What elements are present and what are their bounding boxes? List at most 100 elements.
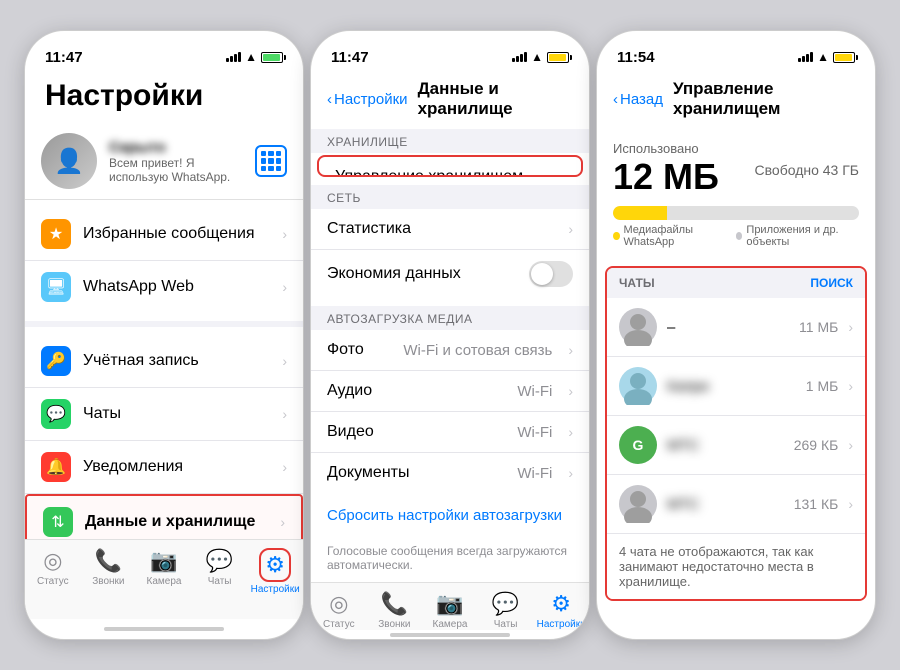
auto-note: Голосовые сообщения всегда загружаются а…: [311, 538, 589, 582]
storage-bar-used: [613, 206, 667, 220]
avatar-image: 👤: [41, 133, 97, 189]
search-label[interactable]: ПОИСК: [810, 276, 853, 290]
tab-calls-2[interactable]: 📞 Звонки: [367, 591, 423, 630]
settings-item-notifications[interactable]: 🔔 Уведомления ›: [25, 441, 303, 494]
documents-item[interactable]: Документы Wi-Fi ›: [311, 453, 589, 493]
chat-size-3: 269 КБ: [794, 437, 839, 453]
documents-label: Документы: [327, 464, 505, 482]
nav-title-2: Данные и хранилище: [418, 79, 573, 119]
auto-download-items: Фото Wi-Fi и сотовая связь › Аудио Wi-Fi…: [311, 330, 589, 493]
nav-title-3: Управление хранилищем: [673, 79, 859, 119]
phone-data-storage: 11:47 ▲ ‹ Настройки Дан: [310, 30, 590, 640]
chevron-icon: ›: [568, 424, 573, 440]
data-label: Данные и хранилище: [85, 513, 268, 531]
settings-header: Настройки: [25, 75, 303, 123]
time-2: 11:47: [331, 49, 369, 66]
status-bar-3: 11:54 ▲: [597, 31, 875, 75]
chevron-icon: ›: [282, 459, 287, 475]
chat-row-2[interactable]: Капри 1 МБ ›: [607, 357, 865, 416]
tab-chats[interactable]: 💬 Чаты: [192, 548, 248, 587]
chevron-icon: ›: [848, 378, 853, 394]
settings-screen: Настройки 👤 Скрыто Всем привет! Я исполь…: [25, 75, 303, 639]
settings-item-data[interactable]: ⇅ Данные и хранилище ›: [25, 494, 303, 539]
chats-header-label: ЧАТЫ: [619, 276, 655, 290]
storage-overview: Использовано 12 МБ Свободно 43 ГБ Медиаф…: [597, 129, 875, 260]
calls-tab-label: Звонки: [378, 619, 410, 630]
reset-link[interactable]: Сбросить настройки автозагрузки: [311, 493, 589, 538]
qr-icon[interactable]: [255, 145, 287, 177]
tab-calls[interactable]: 📞 Звонки: [81, 548, 137, 587]
chat-row-1[interactable]: – 11 МБ ›: [607, 298, 865, 357]
profile-status: Всем привет! Я использую WhatsApp.: [109, 156, 243, 184]
avatar: 👤: [41, 133, 97, 189]
chevron-icon: ›: [560, 169, 565, 177]
chats-icon: 💬: [41, 399, 71, 429]
chat-row-4[interactable]: МТС 131 КБ ›: [607, 475, 865, 534]
chevron-icon: ›: [568, 383, 573, 399]
settings-group-2: 🔑 Учётная запись › 💬 Чаты › 🔔 Уведомлени…: [25, 327, 303, 539]
tab-settings[interactable]: ⚙ Настройки: [247, 548, 303, 595]
network-section-header: СЕТЬ: [311, 185, 589, 209]
chevron-icon: ›: [280, 514, 285, 530]
status-bar-2: 11:47 ▲: [311, 31, 589, 75]
chevron-icon: ›: [568, 465, 573, 481]
statistics-label: Статистика: [327, 220, 556, 238]
status-icons-2: ▲: [512, 50, 569, 64]
data-saving-toggle[interactable]: [529, 261, 573, 287]
tab-camera[interactable]: 📷 Камера: [136, 548, 192, 587]
data-saving-item[interactable]: Экономия данных: [311, 250, 589, 298]
tab-status-2[interactable]: ◎ Статус: [311, 591, 367, 630]
camera-tab-icon: 📷: [150, 548, 177, 574]
home-indicator: [25, 619, 303, 639]
toggle-knob: [531, 263, 553, 285]
legend-dot-apps: [736, 232, 743, 240]
tab-settings-2[interactable]: ⚙ Настройки: [533, 591, 589, 630]
network-items: Статистика › Экономия данных: [311, 209, 589, 298]
chat-name-1: –: [667, 319, 789, 336]
storage-management-item[interactable]: Управление хранилищем ›: [319, 157, 581, 177]
settings-item-whatsapp-web[interactable]: 🖥 WhatsApp Web ›: [25, 261, 303, 313]
storage-free: Свободно 43 ГБ: [755, 162, 859, 178]
tab-bar-1: ◎ Статус 📞 Звонки 📷 Камера 💬 Чаты: [25, 539, 303, 619]
chat-row-3[interactable]: G МТС 269 КБ ›: [607, 416, 865, 475]
auto-download-header: АВТОЗАГРУЗКА МЕДИА: [311, 306, 589, 330]
chats-label: Чаты: [83, 405, 270, 423]
tab-bar-2: ◎ Статус 📞 Звонки 📷 Камера 💬 Чаты ⚙: [311, 582, 589, 630]
camera-tab-icon: 📷: [436, 591, 463, 617]
whatsapp-web-label: WhatsApp Web: [83, 278, 270, 296]
tab-status[interactable]: ◎ Статус: [25, 548, 81, 587]
tab-chats-2[interactable]: 💬 Чаты: [478, 591, 534, 630]
chats-header: ЧАТЫ ПОИСК: [607, 268, 865, 298]
chat-avatar-3: G: [619, 426, 657, 464]
status-tab-label: Статус: [37, 576, 69, 587]
tab-camera-2[interactable]: 📷 Камера: [422, 591, 478, 630]
legend-media: Медиафайлы WhatsApp: [613, 224, 724, 248]
nav-back-3[interactable]: ‹ Назад: [613, 91, 663, 108]
settings-item-chats[interactable]: 💬 Чаты ›: [25, 388, 303, 441]
audio-label: Аудио: [327, 382, 505, 400]
time-1: 11:47: [45, 49, 83, 66]
chevron-icon: ›: [848, 319, 853, 335]
status-tab-icon: ◎: [329, 591, 348, 617]
battery-icon: [833, 52, 855, 63]
legend-apps: Приложения и др. объекты: [736, 224, 859, 248]
storage-management-highlight: Управление хранилищем ›: [317, 155, 583, 177]
photos-item[interactable]: Фото Wi-Fi и сотовая связь ›: [311, 330, 589, 371]
battery-icon: [261, 52, 283, 63]
photos-label: Фото: [327, 341, 391, 359]
audio-item[interactable]: Аудио Wi-Fi ›: [311, 371, 589, 412]
settings-item-account[interactable]: 🔑 Учётная запись ›: [25, 335, 303, 388]
nav-back-2[interactable]: ‹ Настройки: [327, 91, 408, 108]
chevron-icon: ›: [848, 496, 853, 512]
video-item[interactable]: Видео Wi-Fi ›: [311, 412, 589, 453]
phone-storage-mgmt: 11:54 ▲ ‹ Назад Управле: [596, 30, 876, 640]
back-chevron-icon: ‹: [327, 91, 332, 108]
chat-avatar-1: [619, 308, 657, 346]
profile-section[interactable]: 👤 Скрыто Всем привет! Я использую WhatsA…: [25, 123, 303, 200]
status-icons-1: ▲: [226, 50, 283, 64]
settings-item-favorites[interactable]: ★ Избранные сообщения ›: [25, 208, 303, 261]
statistics-item[interactable]: Статистика ›: [311, 209, 589, 250]
profile-info: Скрыто Всем привет! Я использую WhatsApp…: [109, 139, 243, 184]
favorites-icon: ★: [41, 219, 71, 249]
wifi-icon: ▲: [245, 50, 257, 64]
